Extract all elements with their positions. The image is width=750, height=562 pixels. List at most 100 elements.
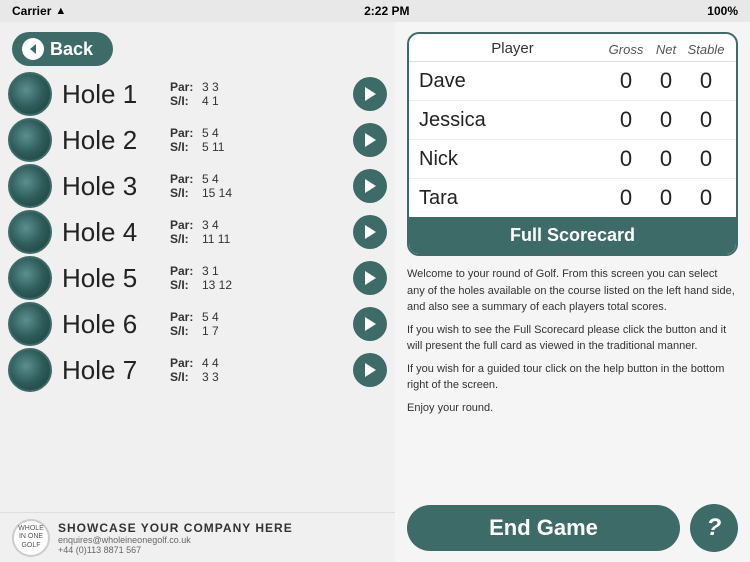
par-label: Par: <box>170 356 198 370</box>
left-panel: Back Hole 1 Par: 3 3 S/I: 4 1 Hole 2 P <box>0 22 395 562</box>
si-label: S/I: <box>170 324 198 338</box>
si-row: S/I: 4 1 <box>170 94 347 108</box>
back-button[interactable]: Back <box>12 32 113 66</box>
sponsor-email: enquires@wholeineonegolf.co.uk <box>58 535 293 545</box>
par-row: Par: 3 4 <box>170 218 347 232</box>
hole-stats: Par: 5 4 S/I: 15 14 <box>170 172 347 200</box>
player-scores: 0 0 0 <box>606 107 726 133</box>
sponsor-area: WHOLE IN ONE GOLF SHOWCASE YOUR COMPANY … <box>0 512 395 562</box>
si-label: S/I: <box>170 278 198 292</box>
hole-name: Hole 5 <box>62 263 162 294</box>
hole-icon <box>8 164 52 208</box>
hole-name: Hole 6 <box>62 309 162 340</box>
si-values: 3 3 <box>202 370 219 384</box>
help-button[interactable]: ? <box>690 504 738 552</box>
player-net-score: 0 <box>646 185 686 211</box>
si-label: S/I: <box>170 94 198 108</box>
desc-para3: If you wish for a guided tour click on t… <box>407 361 738 394</box>
hole-name: Hole 2 <box>62 125 162 156</box>
si-values: 13 12 <box>202 278 232 292</box>
play-hole-button[interactable] <box>353 77 387 111</box>
hole-stats: Par: 5 4 S/I: 5 11 <box>170 126 347 154</box>
player-stable-score: 0 <box>686 68 726 94</box>
par-values: 4 4 <box>202 356 219 370</box>
scoreboard: Player Gross Net Stable Dave 0 0 0 Jessi… <box>407 32 738 256</box>
play-hole-button[interactable] <box>353 215 387 249</box>
play-hole-button[interactable] <box>353 307 387 341</box>
sponsor-phone: +44 (0)113 8871 567 <box>58 545 293 555</box>
sponsor-logo: WHOLE IN ONE GOLF <box>12 519 50 557</box>
battery-label: 100% <box>707 4 738 18</box>
full-scorecard-button[interactable]: Full Scorecard <box>409 217 736 254</box>
hole-stats: Par: 3 1 S/I: 13 12 <box>170 264 347 292</box>
back-label: Back <box>50 39 93 60</box>
help-icon: ? <box>707 514 722 542</box>
par-label: Par: <box>170 218 198 232</box>
player-name: Nick <box>419 148 606 171</box>
si-label: S/I: <box>170 186 198 200</box>
scoreboard-header: Player Gross Net Stable <box>409 34 736 62</box>
bottom-buttons: End Game ? <box>407 504 738 552</box>
main-container: Back Hole 1 Par: 3 3 S/I: 4 1 Hole 2 P <box>0 22 750 562</box>
si-values: 4 1 <box>202 94 219 108</box>
si-values: 1 7 <box>202 324 219 338</box>
player-gross-score: 0 <box>606 185 646 211</box>
hole-row: Hole 7 Par: 4 4 S/I: 3 3 <box>8 348 387 392</box>
play-hole-button[interactable] <box>353 123 387 157</box>
net-col-header: Net <box>646 42 686 57</box>
player-row: Nick 0 0 0 <box>409 140 736 179</box>
hole-row: Hole 3 Par: 5 4 S/I: 15 14 <box>8 164 387 208</box>
si-row: S/I: 5 11 <box>170 140 347 154</box>
hole-stats: Par: 5 4 S/I: 1 7 <box>170 310 347 338</box>
status-left: Carrier ▲ <box>12 4 66 18</box>
player-row: Jessica 0 0 0 <box>409 101 736 140</box>
carrier-label: Carrier <box>12 4 51 18</box>
player-name: Tara <box>419 187 606 210</box>
play-hole-button[interactable] <box>353 169 387 203</box>
description: Welcome to your round of Golf. From this… <box>407 266 738 496</box>
si-label: S/I: <box>170 232 198 246</box>
desc-para4: Enjoy your round. <box>407 400 738 417</box>
si-row: S/I: 13 12 <box>170 278 347 292</box>
player-row: Dave 0 0 0 <box>409 62 736 101</box>
hole-name: Hole 3 <box>62 171 162 202</box>
hole-icon <box>8 348 52 392</box>
hole-row: Hole 4 Par: 3 4 S/I: 11 11 <box>8 210 387 254</box>
end-game-button[interactable]: End Game <box>407 505 680 551</box>
si-values: 11 11 <box>202 232 230 246</box>
player-net-score: 0 <box>646 146 686 172</box>
desc-para2: If you wish to see the Full Scorecard pl… <box>407 322 738 355</box>
par-label: Par: <box>170 264 198 278</box>
score-col-headers: Gross Net Stable <box>606 42 726 57</box>
player-stable-score: 0 <box>686 185 726 211</box>
player-stable-score: 0 <box>686 146 726 172</box>
hole-stats: Par: 4 4 S/I: 3 3 <box>170 356 347 384</box>
par-values: 5 4 <box>202 310 219 324</box>
si-values: 5 11 <box>202 140 224 154</box>
status-bar: Carrier ▲ 2:22 PM 100% <box>0 0 750 22</box>
hole-stats: Par: 3 4 S/I: 11 11 <box>170 218 347 246</box>
player-gross-score: 0 <box>606 146 646 172</box>
player-scores: 0 0 0 <box>606 146 726 172</box>
par-row: Par: 5 4 <box>170 126 347 140</box>
par-row: Par: 5 4 <box>170 310 347 324</box>
par-row: Par: 3 1 <box>170 264 347 278</box>
par-values: 5 4 <box>202 172 219 186</box>
status-time: 2:22 PM <box>364 4 409 18</box>
back-arrow-icon <box>22 38 44 60</box>
hole-icon <box>8 302 52 346</box>
player-name: Dave <box>419 70 606 93</box>
player-gross-score: 0 <box>606 107 646 133</box>
hole-row: Hole 1 Par: 3 3 S/I: 4 1 <box>8 72 387 116</box>
par-label: Par: <box>170 126 198 140</box>
si-values: 15 14 <box>202 186 232 200</box>
si-row: S/I: 3 3 <box>170 370 347 384</box>
hole-name: Hole 7 <box>62 355 162 386</box>
par-label: Par: <box>170 80 198 94</box>
si-row: S/I: 11 11 <box>170 232 347 246</box>
play-hole-button[interactable] <box>353 353 387 387</box>
player-rows: Dave 0 0 0 Jessica 0 0 0 Nick 0 0 0 Tara… <box>409 62 736 217</box>
play-hole-button[interactable] <box>353 261 387 295</box>
par-label: Par: <box>170 172 198 186</box>
par-values: 3 3 <box>202 80 219 94</box>
